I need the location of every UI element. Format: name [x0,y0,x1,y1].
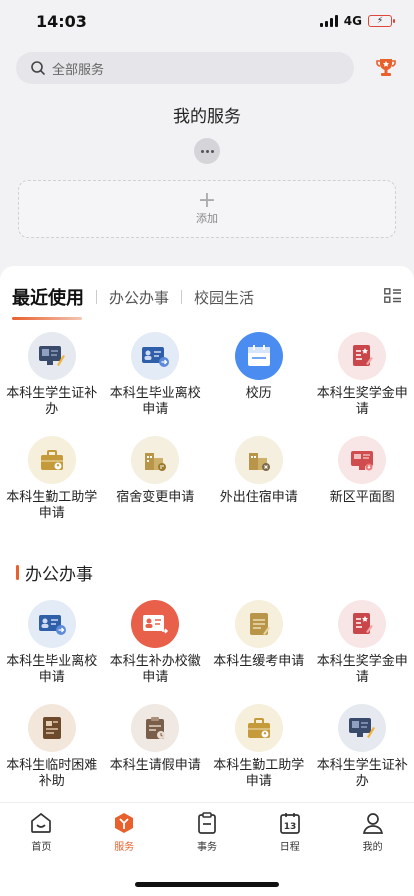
network-label: 4G [343,14,362,28]
battery-charging-icon: ⚡ [368,15,395,27]
nav-services[interactable]: 服务 [83,811,166,853]
service-item[interactable]: 本科生学生证补办 [0,332,104,436]
service-label: 本科生请假申请 [109,758,201,773]
nav-label: 我的 [362,842,383,853]
service-item[interactable]: 本科生请假申请 [104,704,208,808]
nav-affairs[interactable]: 事务 [166,811,249,853]
add-label: 添加 [196,212,218,225]
nav-home[interactable]: 首页 [0,811,83,853]
add-service-button[interactable]: + 添加 [18,180,396,238]
service-label: 本科生勤工助学申请 [6,490,98,521]
service-item[interactable]: 本科生学生证补办 [311,704,414,808]
tab-campus-life[interactable]: 校园生活 [194,287,254,308]
nav-label: 服务 [114,842,135,853]
section-marker [16,565,19,580]
service-label: 本科生学生证补办 [6,386,98,417]
service-cube-icon [115,813,134,833]
plus-icon: + [197,188,217,213]
category-tabs: 最近使用 办公办事 校园生活 [12,284,254,320]
service-label: 新区平面图 [329,490,395,505]
tab-divider [96,290,97,304]
tab-recent[interactable]: 最近使用 [12,284,84,320]
status-bar: 14:03 4G ⚡ [0,0,414,44]
service-item[interactable]: 本科生缓考申请 [207,600,311,704]
nav-schedule[interactable]: 13 日程 [248,811,331,853]
service-label: 本科生缓考申请 [213,654,305,669]
my-services-title: 我的服务 [173,107,241,127]
map-board-icon [338,436,387,484]
hardship-doc-icon [27,704,76,752]
service-item[interactable]: 校历 [207,332,311,436]
section-title: 办公办事 [25,565,93,585]
status-time: 14:03 [36,12,87,31]
scholarship-doc-icon [338,332,387,380]
nav-label: 首页 [31,842,52,853]
service-label: 宿舍变更申请 [116,490,195,505]
id-card-board-icon [27,332,76,380]
badge-reissue-icon [131,600,180,648]
nav-label: 日程 [279,842,300,853]
service-label: 本科生毕业离校申请 [6,654,98,685]
dorm-swap-icon [131,436,180,484]
briefcase-icon [27,436,76,484]
service-label: 校历 [245,386,272,401]
tab-office[interactable]: 办公办事 [109,287,169,308]
service-label: 本科生奖学金申请 [316,654,408,685]
service-label: 本科生学生证补办 [316,758,408,789]
service-item[interactable]: 本科生奖学金申请 [311,600,414,704]
service-label: 本科生补办校徽申请 [109,654,201,685]
service-label: 本科生勤工助学申请 [213,758,305,789]
status-indicators: 4G ⚡ [319,14,395,28]
briefcase-icon [234,704,283,752]
service-label: 本科生临时困难补助 [6,758,98,789]
office-services-grid: 本科生毕业离校申请 本科生补办校徽申请 本科生缓考申请 本科生奖学金申请 本科生… [0,600,414,808]
dorm-out-icon [234,436,283,484]
service-item[interactable]: 本科生奖学金申请 [311,332,414,436]
home-indicator [135,882,279,887]
clipboard-icon [198,812,216,834]
tab-divider [181,290,183,304]
leave-clipboard-icon [131,704,180,752]
id-card-arrow-icon [131,332,180,380]
signal-icon [319,15,338,27]
nav-profile[interactable]: 我的 [331,811,414,853]
more-button[interactable] [194,138,220,164]
search-input[interactable]: 全部服务 [16,52,354,84]
bottom-nav: 首页 服务 事务 13 日程 我的 [0,802,414,896]
svg-text:13: 13 [284,822,297,832]
trophy-icon[interactable] [374,56,398,80]
profile-icon [362,813,383,834]
scholarship-doc-icon [338,600,387,648]
service-item[interactable]: 本科生毕业离校申请 [104,332,208,436]
calendar-icon [234,332,283,380]
schedule-icon: 13 [279,813,300,834]
search-icon [31,61,45,75]
service-item[interactable]: 本科生临时困难补助 [0,704,104,808]
service-item[interactable]: 本科生勤工助学申请 [207,704,311,808]
service-label: 外出住宿申请 [219,490,298,505]
section-office: 办公办事 [16,560,93,585]
service-item[interactable]: 本科生毕业离校申请 [0,600,104,704]
service-item[interactable]: 新区平面图 [311,436,414,540]
exam-defer-icon [234,600,283,648]
nav-label: 事务 [196,842,217,853]
recent-services-grid: 本科生学生证补办 本科生毕业离校申请 校历 本科生奖学金申请 本科生勤工助学申请 [0,332,414,540]
id-card-board-icon [338,704,387,752]
home-icon [31,812,52,833]
search-placeholder: 全部服务 [52,62,105,78]
service-item[interactable]: 本科生勤工助学申请 [0,436,104,540]
service-item[interactable]: 本科生补办校徽申请 [104,600,208,704]
id-card-arrow-icon [27,600,76,648]
service-item[interactable]: 外出住宿申请 [207,436,311,540]
service-item[interactable]: 宿舍变更申请 [104,436,208,540]
service-label: 本科生毕业离校申请 [109,386,201,417]
service-label: 本科生奖学金申请 [316,386,408,417]
list-view-icon[interactable] [384,288,402,304]
my-services-area: 全部服务 我的服务 + 添加 [0,44,414,254]
